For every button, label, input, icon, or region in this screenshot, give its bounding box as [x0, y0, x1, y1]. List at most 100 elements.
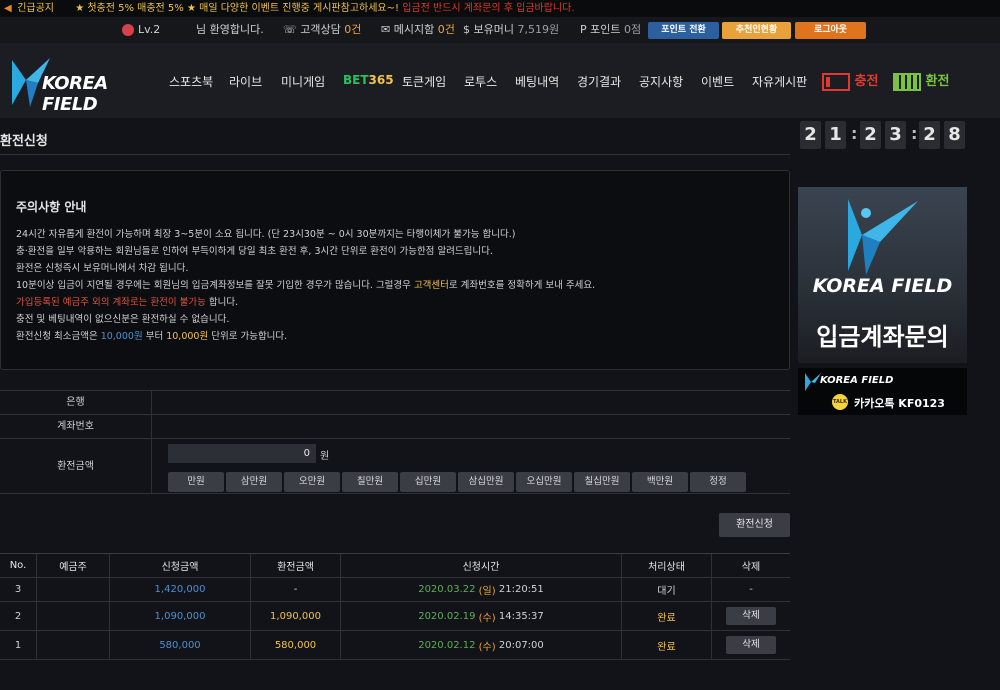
amount-input[interactable]: 0 [168, 444, 316, 463]
won-unit: 원 [320, 451, 330, 462]
megaphone-icon: ◀ [4, 3, 12, 14]
main-header: KOREA FIELD 스포츠북 라이브 미니게임 BET365 토큰게임 로투… [0, 43, 1000, 118]
row-request: 1,420,000 [110, 578, 251, 601]
coin-icon: $ [463, 23, 470, 36]
delete-button[interactable]: 삭제 [726, 607, 776, 625]
row-no: 1 [0, 631, 37, 659]
clock-colon: : [851, 124, 858, 143]
logout-button[interactable]: 로그아웃 [795, 22, 866, 39]
charge-link[interactable]: 충전 [822, 70, 878, 91]
nav-event[interactable]: 이벤트 [701, 73, 734, 90]
col-request: 신청금액 [110, 554, 251, 577]
amount-button-10k[interactable]: 만원 [168, 472, 224, 492]
point-icon: P [580, 23, 587, 36]
delete-button[interactable]: 삭제 [726, 636, 776, 654]
row-holder [37, 631, 110, 659]
amount-button-700k[interactable]: 칠십만원 [574, 472, 630, 492]
clock-digit: 2 [919, 121, 940, 149]
row-time: 2020.02.19 (수) 14:35:37 [341, 602, 622, 630]
kakao-id: 카카오톡 KF0123 [854, 397, 945, 410]
amount-label: 환전금액 [0, 439, 152, 494]
amount-button-1m[interactable]: 백만원 [632, 472, 688, 492]
banner-title: KOREA FIELD [812, 275, 953, 297]
nav-notice[interactable]: 공지사항 [639, 73, 683, 90]
clock-digit: 2 [860, 121, 881, 149]
amount-reset-button[interactable]: 정정 [690, 472, 746, 492]
amount-button-100k[interactable]: 십만원 [400, 472, 456, 492]
notice-bar: ◀ 긴급공지 ★ 첫충전 5% 매충전 5% ★ 매일 다양한 이벤트 진행중 … [0, 0, 1000, 17]
nav-minigame[interactable]: 미니게임 [281, 73, 325, 90]
exchange-link[interactable]: 환전 [893, 70, 949, 91]
kakao-banner[interactable]: KOREA FIELD TALK 카카오톡 KF0123 [798, 368, 967, 415]
message-link[interactable]: ✉ 메시지함 0건 [381, 17, 455, 43]
money-display: $ 보유머니 7,519원 [463, 23, 560, 36]
col-no: No. [0, 554, 37, 577]
row-holder [37, 602, 110, 630]
clock-digit: 2 [800, 121, 821, 149]
table-row: 2 1,090,000 1,090,000 2020.02.19 (수) 14:… [0, 602, 790, 631]
kakao-talk-icon: TALK [832, 394, 848, 410]
nav-sportsbook[interactable]: 스포츠북 [169, 73, 213, 90]
clock-digit: 3 [885, 121, 906, 149]
clock-digit: 8 [944, 121, 965, 149]
clock-colon: : [911, 124, 918, 143]
nav-free-board[interactable]: 자유게시판 [752, 73, 807, 90]
row-delete: - [749, 584, 753, 595]
table-header: No. 예금주 신청금액 환전금액 신청시간 처리상태 삭제 [0, 554, 790, 578]
notice-line: 가입등록된 예금주 외의 계좌로는 환전이 불가능 합니다. [16, 297, 239, 308]
row-status: 대기 [622, 578, 712, 601]
amount-button-30k[interactable]: 삼만원 [226, 472, 282, 492]
level-icon [122, 24, 134, 36]
bank-row: 은행 [0, 391, 790, 415]
notice-line: 환전신청 최소금액은 10,000원 부터 10,000원 단위로 가능합니다. [16, 331, 288, 342]
row-no: 3 [0, 578, 37, 601]
notice-line: 24시간 자유롭게 환전이 가능하며 최장 3~5분이 소요 됩니다. (단 2… [16, 229, 516, 240]
page-title: 환전신청 [0, 134, 48, 149]
row-delete-cell: 삭제 [712, 602, 790, 630]
clock-digit: 1 [825, 121, 846, 149]
referral-button[interactable]: 추천인현황 [722, 22, 791, 39]
point-convert-button[interactable]: 포인트 전환 [648, 22, 719, 39]
col-holder: 예금주 [37, 554, 110, 577]
nav-token-game[interactable]: 토큰게임 [402, 73, 446, 90]
point-display: P 포인트 0점 [580, 23, 642, 36]
notice-message: ★ 첫충전 5% 매충전 5% ★ 매일 다양한 이벤트 진행중 게시판참고하세… [75, 3, 400, 14]
exchange-submit-button[interactable]: 환전신청 [719, 513, 790, 537]
nav-lotus[interactable]: 로투스 [464, 73, 497, 90]
col-exchange: 환전금액 [251, 554, 341, 577]
row-request: 1,090,000 [110, 602, 251, 630]
account-label: 계좌번호 [0, 415, 152, 438]
notice-line: 충·환전을 일부 악용하는 회원님들로 인하여 부득이하게 당일 최초 환전 후… [16, 246, 493, 257]
row-exchange: 1,090,000 [251, 602, 341, 630]
notice-line: 10분이상 입금이 지연될 경우에는 회원님의 입금계좌정보를 잘못 기입한 경… [16, 280, 596, 291]
nav-results[interactable]: 경기결과 [577, 73, 621, 90]
battery-empty-icon [822, 72, 850, 91]
row-exchange: 580,000 [251, 631, 341, 659]
deposit-inquiry-banner[interactable]: KOREA FIELD 입금계좌문의 [798, 187, 967, 363]
amount-button-70k[interactable]: 칠만원 [342, 472, 398, 492]
chat-icon: ☏ [283, 23, 297, 36]
notice-message-red: 입금전 반드시 계좌문의 후 입금바랍니다. [402, 3, 575, 14]
exchange-history-table: No. 예금주 신청금액 환전금액 신청시간 처리상태 삭제 3 1,420,0… [0, 553, 790, 660]
notice-line: 충전 및 베팅내역이 없으신분은 환전하실 수 없습니다. [16, 314, 230, 325]
table-row: 1 580,000 580,000 2020.02.12 (수) 20:07:0… [0, 631, 790, 660]
row-exchange: - [251, 578, 341, 601]
row-status: 완료 [622, 602, 712, 630]
site-logo[interactable]: KOREA FIELD [12, 55, 157, 115]
amount-button-300k[interactable]: 삼십만원 [458, 472, 514, 492]
amount-button-50k[interactable]: 오만원 [284, 472, 340, 492]
user-bar: Lv.2 님 환영합니다. ☏ 고객상담 0건 ✉ 메시지함 0건 $ 보유머니… [0, 17, 1000, 43]
row-delete-cell: 삭제 [712, 631, 790, 659]
col-time: 신청시간 [341, 554, 622, 577]
bank-label: 은행 [0, 391, 152, 414]
welcome-text: 님 환영합니다. [196, 23, 264, 36]
nav-live[interactable]: 라이브 [229, 73, 262, 90]
nav-bet365[interactable]: BET365 [343, 73, 394, 87]
notice-line: 환전은 신청즉시 보유머니에서 차감 됩니다. [16, 263, 189, 274]
mail-icon: ✉ [381, 23, 391, 36]
consult-link[interactable]: ☏ 고객상담 0건 [283, 17, 361, 43]
amount-button-500k[interactable]: 오십만원 [516, 472, 572, 492]
row-request: 580,000 [110, 631, 251, 659]
account-row: 계좌번호 [0, 415, 790, 439]
nav-bet-history[interactable]: 베팅내역 [515, 73, 559, 90]
